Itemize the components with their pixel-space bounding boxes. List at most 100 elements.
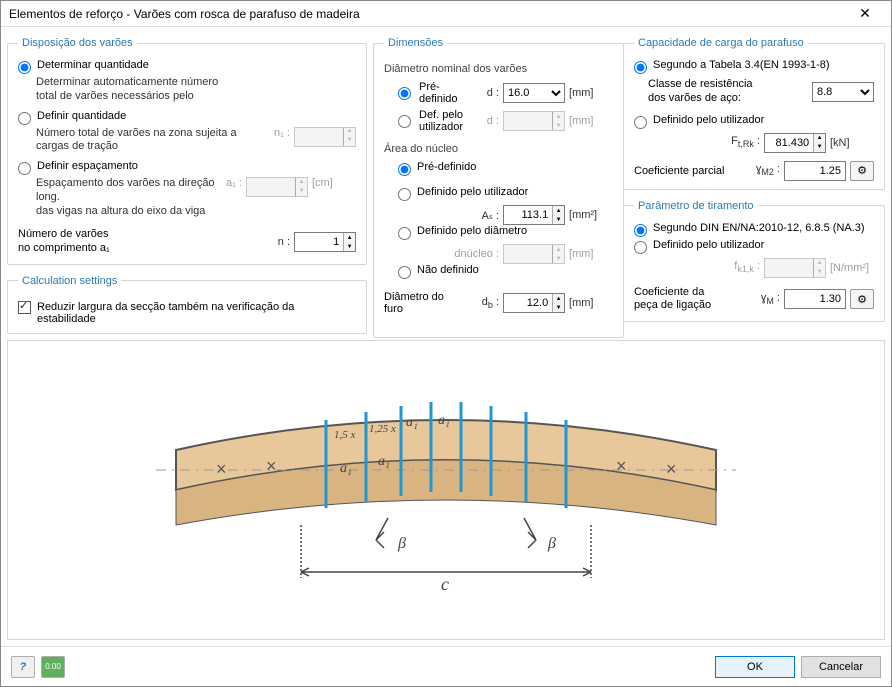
- lbl-a1-3: a₁: [340, 461, 352, 476]
- reduzir-largura-checkbox[interactable]: [18, 301, 31, 314]
- n-up[interactable]: ▲: [344, 233, 355, 242]
- desc-determinar-quantidade: Determinar automaticamente número total …: [36, 76, 356, 104]
- classe-row: Classe de resistência dos varões de aço:…: [648, 78, 874, 106]
- ftrk-symbol: Ft,Rk :: [712, 135, 760, 149]
- db-input[interactable]: [504, 294, 552, 312]
- group-capacidade: Capacidade de carga do parafuso Segundo …: [623, 37, 885, 190]
- db-down[interactable]: ▼: [553, 303, 564, 312]
- close-button[interactable]: ✕: [847, 3, 883, 25]
- area-user-label: Definido pelo utilizador: [417, 186, 528, 198]
- opt-definir-espacamento[interactable]: Definir espaçamento: [18, 160, 356, 175]
- radio-diam-predef[interactable]: [398, 87, 411, 100]
- d-combo[interactable]: 16.0: [503, 83, 565, 103]
- radio-area-nao-def[interactable]: [398, 266, 411, 279]
- fk1k-row: fk1,k : ▲▼ [N/mm²]: [648, 258, 874, 278]
- as-up[interactable]: ▲: [553, 206, 564, 215]
- a1-input: [247, 178, 295, 196]
- radio-definir-espacamento[interactable]: [18, 162, 31, 175]
- a1-spinner: ▲▼: [246, 177, 308, 197]
- gm-details-button[interactable]: ⚙: [850, 289, 874, 309]
- radio-area-predef[interactable]: [398, 163, 411, 176]
- cancel-button[interactable]: Cancelar: [801, 656, 881, 678]
- svg-text:×: ×: [266, 456, 277, 476]
- num-varoes-label-l2: no comprimento a₁: [18, 242, 254, 256]
- lbl-a1-4: a₁: [378, 454, 390, 469]
- radio-cap-tabela[interactable]: [634, 61, 647, 74]
- db-spinner[interactable]: ▲▼: [503, 293, 565, 313]
- units-button[interactable]: 0.00: [41, 656, 65, 678]
- help-icon: ?: [20, 661, 27, 673]
- ftrk-up[interactable]: ▲: [814, 134, 825, 143]
- radio-definir-quantidade-label: Definir quantidade: [37, 110, 126, 122]
- classe-combo[interactable]: 8.8: [812, 82, 874, 102]
- close-icon: ✕: [859, 5, 871, 22]
- db-up[interactable]: ▲: [553, 294, 564, 303]
- area-nao-def-label: Não definido: [417, 264, 479, 276]
- tir-user-row[interactable]: Definido pelo utilizador: [634, 239, 874, 254]
- dnuc-spinner: ▲▼: [503, 244, 565, 264]
- radio-determinar-quantidade[interactable]: [18, 61, 31, 74]
- column-1: Disposição dos varões Determinar quantid…: [7, 33, 367, 334]
- coef-parcial-label: Coeficiente parcial: [634, 165, 744, 177]
- a1-unit: [cm]: [312, 177, 356, 191]
- opt-definir-quantidade[interactable]: Definir quantidade: [18, 110, 356, 125]
- as-row: Aₛ : ▲▼ [mm²]: [398, 205, 613, 225]
- as-input[interactable]: [504, 206, 552, 224]
- gm-symbol: ɣM :: [748, 292, 780, 306]
- db-symbol: db :: [467, 296, 499, 310]
- help-button[interactable]: ?: [11, 656, 35, 678]
- ftrk-input[interactable]: [765, 134, 813, 152]
- column-3: Capacidade de carga do parafuso Segundo …: [623, 33, 885, 334]
- n-spinner[interactable]: ▲▼: [294, 232, 356, 252]
- radio-area-user[interactable]: [398, 188, 411, 201]
- area-nao-def-row[interactable]: Não definido: [398, 264, 613, 279]
- radio-definir-quantidade[interactable]: [18, 112, 31, 125]
- as-down[interactable]: ▼: [553, 215, 564, 224]
- area-diam-row[interactable]: Definido pelo diâmetro: [398, 225, 613, 240]
- gm-spinner[interactable]: [784, 289, 846, 309]
- d-user-symbol: d :: [467, 115, 499, 127]
- n-input[interactable]: [295, 233, 343, 251]
- n-down[interactable]: ▼: [344, 242, 355, 251]
- lbl-15x: 1,5 x: [334, 429, 356, 441]
- gm2-input[interactable]: [785, 162, 845, 180]
- button-bar: ? 0.00 OK Cancelar: [1, 646, 891, 686]
- as-spinner[interactable]: ▲▼: [503, 205, 565, 225]
- radio-tir-user[interactable]: [634, 241, 647, 254]
- ok-button[interactable]: OK: [715, 656, 795, 678]
- tir-din-row[interactable]: Segundo DIN EN/NA:2010-12, 6.8.5 (NA.3): [634, 222, 874, 237]
- gm-input[interactable]: [785, 290, 845, 308]
- reduzir-largura-checkbox-row[interactable]: Reduzir largura da secção também na veri…: [18, 301, 356, 325]
- cap-tabela-label: Segundo a Tabela 3.4(EN 1993-1-8): [653, 59, 830, 71]
- radio-cap-user[interactable]: [634, 116, 647, 129]
- area-diam-label: Definido pelo diâmetro: [417, 225, 527, 237]
- radio-diam-user[interactable]: [398, 115, 411, 128]
- desc-definir-quantidade-text: Número total de varões na zona sujeita a…: [36, 127, 274, 155]
- dialog-window: Elementos de reforço - Varões com rosca …: [0, 0, 892, 687]
- group-dimensoes-legend: Dimensões: [384, 37, 447, 49]
- desc-definir-quantidade: Número total de varões na zona sujeita a…: [36, 127, 356, 155]
- db-unit: [mm]: [569, 297, 613, 309]
- furo-row: Diâmetro do furo db : ▲▼ [mm]: [384, 291, 613, 315]
- dnuc-symbol: dnúcleo :: [451, 248, 499, 260]
- fk1k-up: ▲: [814, 259, 825, 268]
- radio-tir-din[interactable]: [634, 224, 647, 237]
- coef-ligacao-row: Coeficiente da peça de ligação ɣM : ⚙: [634, 286, 874, 314]
- cap-user-row[interactable]: Definido pelo utilizador: [634, 114, 874, 129]
- cap-tabela-row[interactable]: Segundo a Tabela 3.4(EN 1993-1-8): [634, 59, 874, 74]
- fk1k-symbol: fk1,k :: [712, 260, 760, 274]
- group-tiramento: Parâmetro de tiramento Segundo DIN EN/NA…: [623, 200, 885, 323]
- radio-determinar-quantidade-label: Determinar quantidade: [37, 59, 149, 71]
- area-predef-row[interactable]: Pré-definido: [398, 161, 613, 176]
- gm2-spinner[interactable]: [784, 161, 846, 181]
- area-user-row[interactable]: Definido pelo utilizador: [398, 186, 613, 201]
- dnuc-row: dnúcleo : ▲▼ [mm]: [398, 244, 613, 264]
- n1-input: [295, 128, 343, 146]
- diam-predef-row: Pré-definido d : 16.0 [mm]: [398, 81, 613, 105]
- num-varoes-label-l1: Número de varões: [18, 228, 254, 242]
- ftrk-spinner[interactable]: ▲▼: [764, 133, 826, 153]
- gm2-details-button[interactable]: ⚙: [850, 161, 874, 181]
- radio-area-diam[interactable]: [398, 227, 411, 240]
- ftrk-down[interactable]: ▼: [814, 143, 825, 152]
- opt-determinar-quantidade[interactable]: Determinar quantidade: [18, 59, 356, 74]
